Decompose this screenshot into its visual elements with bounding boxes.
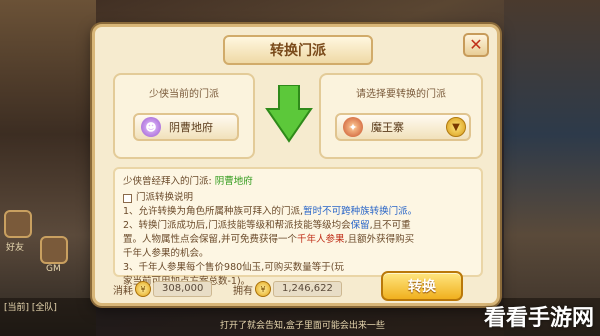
coin-icon: ¥ [135,281,151,297]
friends-label: 好友 [6,243,25,253]
faction-info-box: 少侠曾经拜入的门派: 阴曹地府 门派转换说明 1、允许转换为角色所属种族可拜入的… [113,167,483,287]
notes-line-4: 千年人参果的机会。 [123,248,209,259]
notes-line-2: 2、转换门派成功后,门派技能等级和帮派技能等级均会保留,且不可重 [123,219,473,233]
current-faction-box: ☻ 阴曹地府 [133,113,239,141]
notes-line-3-tail: ,且额外获得购买 [344,234,415,245]
green-down-arrow-icon [265,85,313,143]
history-label: 少侠曾经拜入的门派: [123,176,212,187]
owned-label: 拥有 [233,285,253,297]
notes-line-1: 1、允许转换为角色所属种族可拜入的门派,暂时不可跨种族转换门派。 [123,205,473,219]
target-faction-panel: 请选择要转换的门派 ✦ 魔王寨 ▼ [319,73,483,159]
dialog-title-plate: 转换门派 [223,35,373,65]
background-scene-right [504,0,600,336]
close-icon: ✕ [469,35,483,54]
target-faction-name: 魔王寨 [371,121,404,134]
coin-icon: ¥ [255,281,271,297]
owned-row: 拥有 ¥ 1,246,622 [233,279,342,299]
history-value: 阴曹地府 [214,176,253,187]
target-faction-select[interactable]: ✦ 魔王寨 ▼ [335,113,471,141]
notes-line-3-highlight: 千年人参果 [297,234,345,245]
faction-dropdown-button[interactable]: ▼ [446,117,466,137]
notes-line-2-text: 2、转换门派成功后,门派技能等级和帮派技能等级均会 [123,220,351,231]
notes-line-3-text: 置。人物属性点会保留,并可免费获得一个 [123,234,298,245]
notes-line-1-text: 1、允许转换为角色所属种族可拜入的门派, [123,206,304,217]
ghost-faction-icon: ☻ [141,117,161,137]
current-faction-panel: 少侠当前的门派 ☻ 阴曹地府 [113,73,255,159]
cost-amount: 308,000 [153,281,213,297]
notes-line-1-highlight: 暂时不可跨种族转换门派。 [303,206,418,217]
target-faction-label: 请选择要转换的门派 [356,89,446,100]
convert-faction-dialog: 转换门派 ✕ 少侠当前的门派 ☻ 阴曹地府 请选择要转换的门派 ✦ 魔王寨 ▼ … [92,24,500,306]
demon-faction-icon: ✦ [343,117,363,137]
cost-label: 消耗 [113,285,133,297]
background-scene-left [0,0,96,336]
notes-line-2-tail: ,且不可重 [369,220,411,231]
notes-checkbox-icon [123,193,132,203]
current-faction-name: 阴曹地府 [169,121,213,134]
current-faction-label: 少侠当前的门派 [149,89,219,100]
close-button[interactable]: ✕ [463,33,489,57]
dialog-title: 转换门派 [270,43,326,59]
gm-avatar[interactable] [40,236,68,264]
chevron-down-icon: ▼ [452,121,460,133]
gm-label: GM [46,264,61,274]
history-line: 少侠曾经拜入的门派: 阴曹地府 [123,175,473,189]
bottom-notice-text: 打开了就会告知,盒子里面可能会出来一些 [220,321,385,331]
cost-row: 消耗 ¥ 308,000 [113,279,213,299]
owned-amount: 1,246,622 [273,281,342,297]
notes-line-2-highlight: 保留 [350,220,370,231]
notes-line-3: 置。人物属性点会保留,并可免费获得一个千年人参果,且额外获得购买 [123,233,473,247]
notes-title-row: 门派转换说明 [123,191,473,205]
chat-channel-text: [当前] [全队] [4,303,57,313]
site-watermark: 看看手游网 [483,306,594,331]
notes-title: 门派转换说明 [136,192,194,203]
convert-button[interactable]: 转换 [381,271,463,301]
friends-avatar[interactable] [4,210,32,238]
convert-button-label: 转换 [408,279,436,295]
